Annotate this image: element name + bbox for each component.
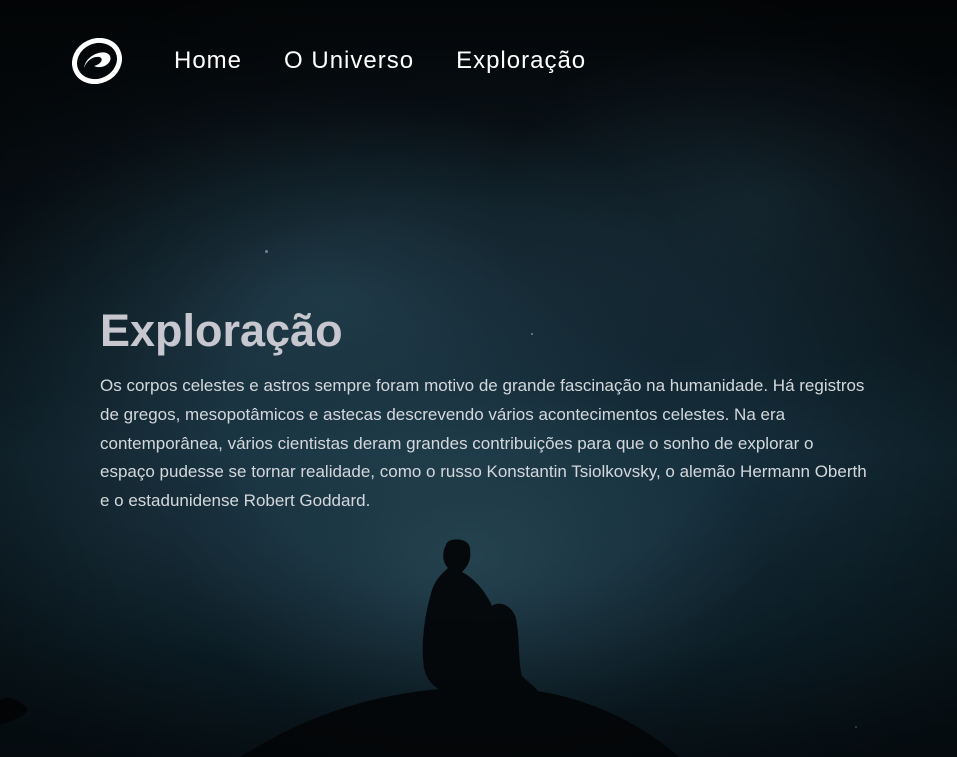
nav-link-exploracao[interactable]: Exploração xyxy=(456,38,586,84)
page-title: Exploração xyxy=(100,305,343,356)
nav-link-o-universo[interactable]: O Universo xyxy=(284,38,414,84)
hero-paragraph: Os corpos celestes e astros sempre foram… xyxy=(100,376,867,511)
swirl-logo-icon[interactable] xyxy=(72,38,122,84)
main-navigation: Home O Universo Exploração xyxy=(72,38,628,84)
nav-link-home[interactable]: Home xyxy=(174,38,242,84)
hero-content: Exploração Os corpos celestes e astros s… xyxy=(100,302,870,516)
nav-links: Home O Universo Exploração xyxy=(174,38,628,84)
